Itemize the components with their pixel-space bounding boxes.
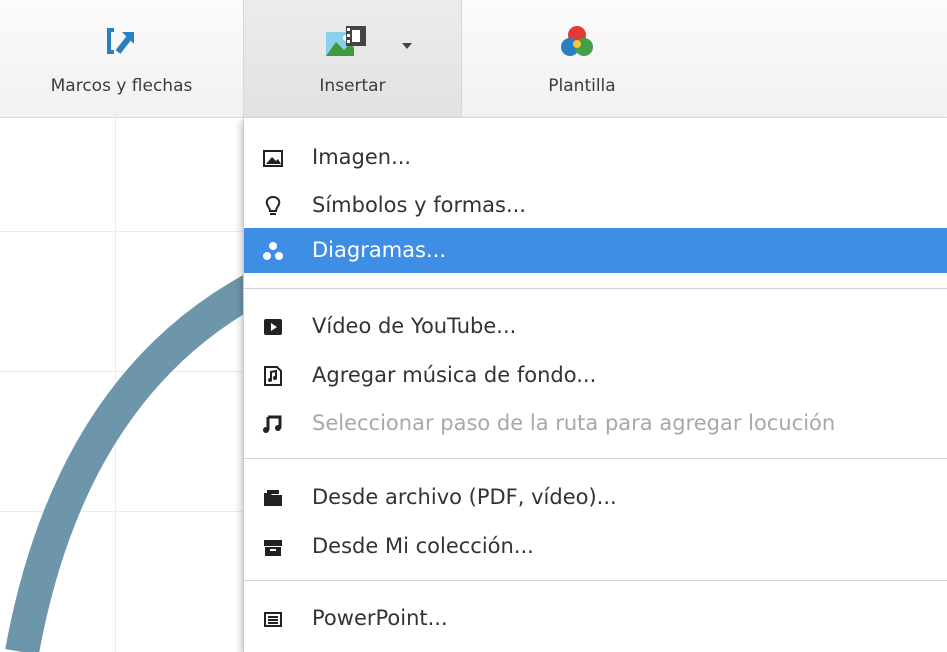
menu-item-label: Desde archivo (PDF, vídeo)... [312,485,617,509]
menu-item-youtube[interactable]: Vídeo de YouTube... [244,304,947,349]
menu-item-label: Desde Mi colección... [312,534,534,558]
menu-separator [244,288,947,289]
menu-item-diagrams[interactable]: Diagramas... [244,228,947,273]
menu-item-from-file[interactable]: Desde archivo (PDF, vídeo)... [244,475,947,520]
menu-item-background-music[interactable]: Agregar música de fondo... [244,353,947,398]
youtube-play-icon [264,319,282,335]
template-label: Plantilla [548,76,616,96]
menu-item-image[interactable]: Imagen... [244,135,947,180]
menu-item-my-collection[interactable]: Desde Mi colección... [244,524,947,569]
diagram-icon [263,242,283,260]
chevron-down-icon [402,43,412,49]
frames-arrows-label: Marcos y flechas [50,76,193,96]
template-button[interactable]: Plantilla [462,0,702,117]
image-icon [263,150,283,167]
frames-arrows-button[interactable]: Marcos y flechas [0,0,243,117]
menu-separator [244,580,947,581]
folder-icon [264,490,282,506]
menu-item-symbols-shapes[interactable]: Símbolos y formas... [244,183,947,228]
menu-item-label: Seleccionar paso de la ruta para agregar… [312,411,836,435]
toolbar: Marcos y flechas Insertar Plantilla [0,0,947,118]
powerpoint-icon [264,612,282,627]
menu-item-label: Símbolos y formas... [312,193,526,217]
insert-label: Insertar [319,76,386,96]
menu-item-label: Diagramas... [312,238,446,262]
menu-item-label: PowerPoint... [312,606,448,630]
menu-separator [244,458,947,459]
color-theme-icon [561,26,593,56]
lightbulb-icon [265,195,281,215]
music-file-icon [264,366,282,386]
insert-button[interactable]: Insertar [243,0,462,117]
frame-arrow-icon [107,28,135,54]
menu-item-label: Vídeo de YouTube... [312,314,517,338]
menu-item-add-narration: Seleccionar paso de la ruta para agregar… [244,401,947,446]
path-arc-shape[interactable] [0,118,260,652]
music-note-icon [263,415,282,433]
insert-dropdown-menu: Imagen... Símbolos y formas... Diagramas… [243,118,947,652]
menu-item-label: Imagen... [312,145,412,169]
insert-media-icon [326,26,366,56]
archive-box-icon [264,540,282,556]
menu-item-powerpoint[interactable]: PowerPoint... [244,596,947,641]
menu-item-label: Agregar música de fondo... [312,363,597,387]
